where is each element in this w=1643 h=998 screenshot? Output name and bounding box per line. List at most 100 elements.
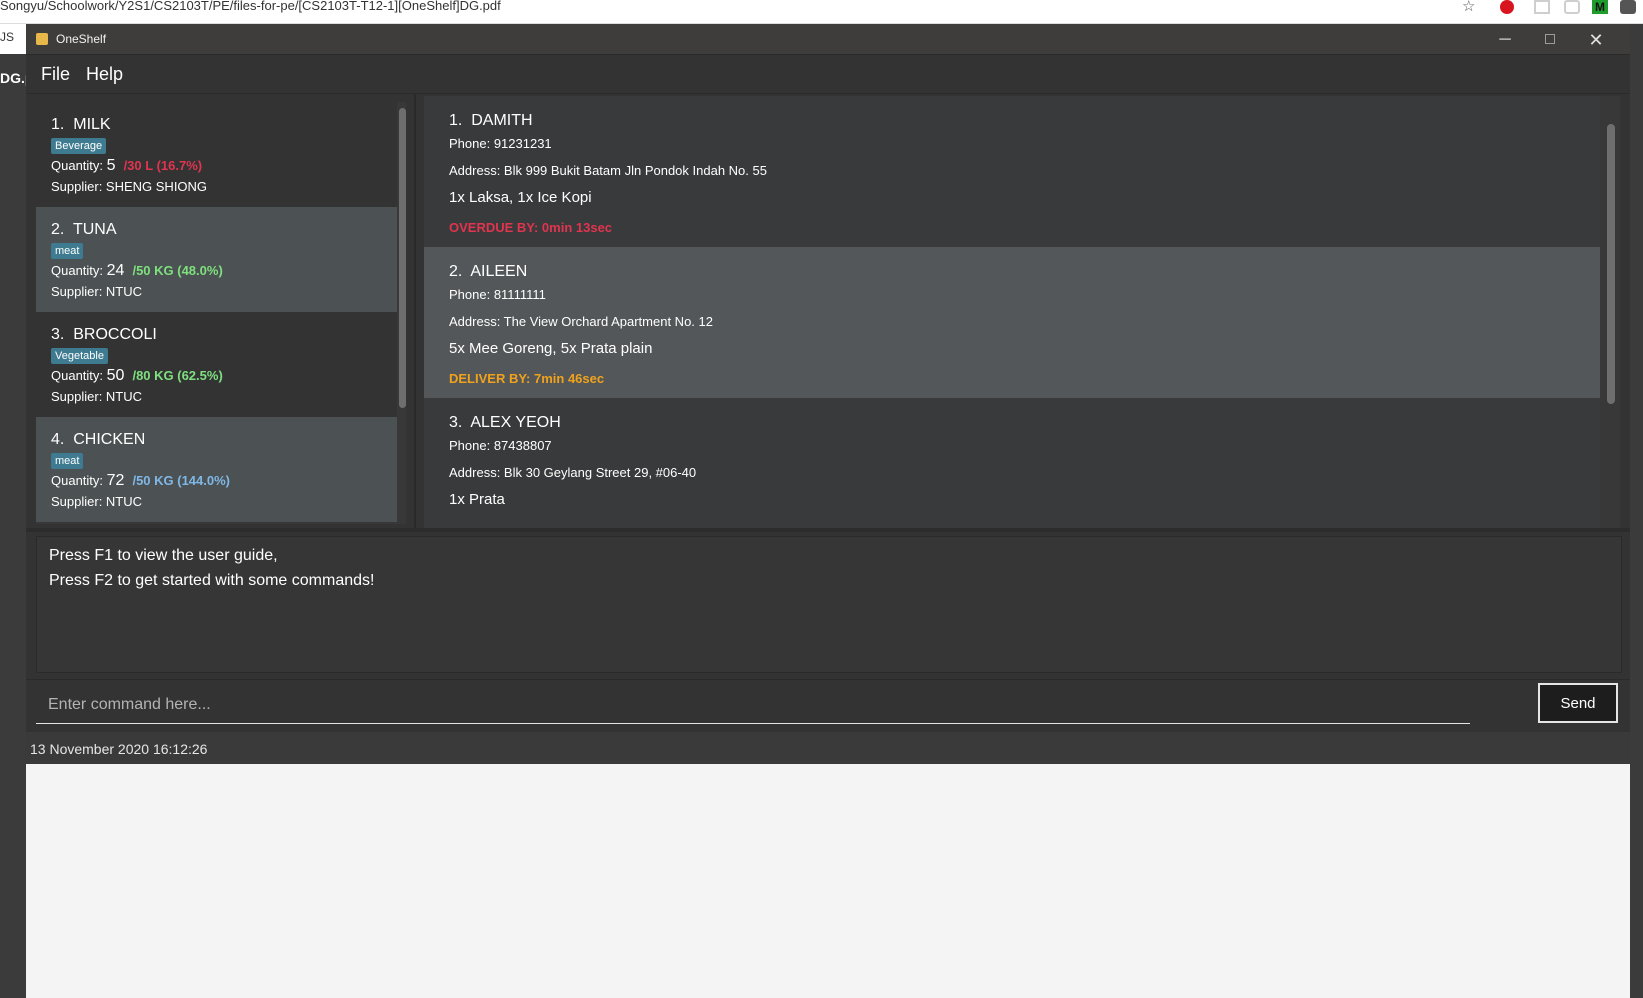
delivery-order: 5x Mee Goreng, 5x Prata plain: [449, 340, 653, 357]
delivery-address: Address: Blk 30 Geylang Street 29, #06-4…: [449, 465, 697, 480]
quantity-value: 72: [106, 472, 125, 489]
delivery-title: 3. ALEX YEOH: [449, 414, 561, 432]
delivery-index: 1.: [449, 112, 463, 129]
delivery-name: ALEX YEOH: [470, 414, 561, 431]
menu-file[interactable]: File: [41, 64, 70, 85]
status-bar: 13 November 2020 16:12:26: [26, 732, 1630, 764]
send-button[interactable]: Send: [1538, 683, 1618, 723]
extension-icon[interactable]: [1534, 0, 1550, 14]
quantity-label: Quantity:: [51, 158, 104, 173]
item-title: 2. TUNA: [51, 221, 117, 239]
item-supplier: Supplier: NTUC: [51, 389, 143, 404]
extension-icon[interactable]: [1564, 0, 1580, 14]
quantity-value: 50: [106, 367, 125, 384]
quantity-label: Quantity:: [51, 368, 104, 383]
item-tag: meat: [51, 243, 84, 259]
delivery-title: 1. DAMITH: [449, 112, 533, 130]
panel-divider[interactable]: [414, 94, 416, 528]
ublock-extension-icon[interactable]: [1500, 0, 1514, 14]
delivery-phone: Phone: 91231231: [449, 136, 552, 151]
delivery-list-scroll-thumb[interactable]: [1607, 124, 1615, 404]
background-window-strip: [0, 24, 26, 998]
maximize-button[interactable]: [1535, 28, 1565, 52]
quantity-label: Quantity:: [51, 473, 104, 488]
extensions-puzzle-icon[interactable]: [1620, 0, 1636, 14]
delivery-card[interactable]: 1. DAMITH Phone: 91231231 Address: Blk 9…: [424, 96, 1600, 253]
browser-path-text: Songyu/Schoolwork/Y2S1/CS2103T/PE/files-…: [0, 0, 501, 13]
m-extension-icon[interactable]: M: [1592, 0, 1608, 14]
item-title: 1. MILK: [51, 116, 111, 134]
quantity-ratio: /50 KG (48.0%): [132, 263, 223, 278]
quantity-value: 5: [106, 157, 116, 174]
quantity-ratio: /30 L (16.7%): [123, 158, 203, 173]
item-tag: Vegetable: [51, 348, 108, 364]
delivery-status: OVERDUE BY: 0min 13sec: [449, 220, 613, 235]
delivery-address: Address: The View Orchard Apartment No. …: [449, 314, 713, 329]
item-supplier: Supplier: NTUC: [51, 284, 143, 299]
item-list-scroll-thumb[interactable]: [399, 108, 406, 408]
delivery-title: 2. AILEEN: [449, 263, 527, 281]
command-input[interactable]: [36, 686, 1470, 724]
item-quantity: Quantity: 50/80 KG (62.5%): [51, 367, 223, 385]
delivery-index: 3.: [449, 414, 463, 431]
delivery-card[interactable]: 3. ALEX YEOH Phone: 87438807 Address: Bl…: [424, 398, 1600, 528]
item-quantity: Quantity: 24/50 KG (48.0%): [51, 262, 223, 280]
delivery-name: AILEEN: [470, 263, 528, 280]
delivery-name: DAMITH: [471, 112, 533, 129]
item-name: CHICKEN: [73, 431, 146, 448]
item-index: 1.: [51, 116, 65, 133]
item-name: TUNA: [72, 221, 117, 238]
result-line: Press F2 to get started with some comman…: [49, 572, 375, 589]
command-box: Send: [26, 679, 1630, 729]
background-window-strip-right: [1630, 24, 1643, 998]
item-card[interactable]: 2. TUNA meat Quantity: 24/50 KG (48.0%) …: [36, 207, 397, 312]
bookmark-star-icon[interactable]: ☆: [1462, 0, 1478, 14]
minimize-button[interactable]: ─: [1490, 28, 1520, 52]
delivery-status: DELIVER BY: 7min 46sec: [449, 371, 605, 386]
item-card[interactable]: 1. MILK Beverage Quantity: 5/30 L (16.7%…: [36, 102, 397, 207]
item-supplier: Supplier: SHENG SHIONG: [51, 179, 208, 194]
item-index: 4.: [51, 431, 65, 448]
item-index: 3.: [51, 326, 65, 343]
delivery-order: 1x Prata: [449, 491, 505, 508]
result-line: Press F1 to view the user guide,: [49, 547, 278, 564]
item-quantity: Quantity: 5/30 L (16.7%): [51, 157, 202, 175]
title-bar[interactable]: OneShelf ─ ✕: [26, 24, 1630, 55]
app-icon: [36, 33, 48, 45]
delivery-list-panel[interactable]: 1. DAMITH Phone: 91231231 Address: Blk 9…: [424, 96, 1620, 528]
item-card[interactable]: 3. BROCCOLI Vegetable Quantity: 50/80 KG…: [36, 312, 397, 417]
delivery-index: 2.: [449, 263, 463, 280]
maximize-icon: [1545, 34, 1555, 44]
result-display[interactable]: Press F1 to view the user guide, Press F…: [36, 536, 1622, 673]
window-title: OneShelf: [56, 32, 107, 46]
delivery-card[interactable]: 2. AILEEN Phone: 81111111 Address: The V…: [424, 247, 1600, 404]
horizontal-divider: [26, 528, 1630, 532]
quantity-ratio: /80 KG (62.5%): [132, 368, 223, 383]
item-title: 3. BROCCOLI: [51, 326, 157, 344]
item-tag: meat: [51, 453, 84, 469]
item-supplier: Supplier: NTUC: [51, 494, 143, 509]
quantity-ratio: /50 KG (144.0%): [132, 473, 230, 488]
delivery-phone: Phone: 81111111: [449, 287, 546, 302]
menu-bar: File Help: [26, 56, 1630, 94]
menu-help[interactable]: Help: [86, 64, 123, 85]
item-card[interactable]: 4. CHICKEN meat Quantity: 72/50 KG (144.…: [36, 417, 397, 522]
close-button[interactable]: ✕: [1581, 28, 1611, 52]
delivery-address: Address: Blk 999 Bukit Batam Jln Pondok …: [449, 163, 767, 178]
delivery-phone: Phone: 87438807: [449, 438, 552, 453]
item-title: 4. CHICKEN: [51, 431, 145, 449]
oneshelf-window: OneShelf ─ ✕ File Help 1. MILK Beverage …: [26, 24, 1630, 764]
browser-address-bar: Songyu/Schoolwork/Y2S1/CS2103T/PE/files-…: [0, 0, 1643, 24]
delivery-order: 1x Laksa, 1x Ice Kopi: [449, 189, 592, 206]
item-tag: Beverage: [51, 138, 107, 154]
status-timestamp: 13 November 2020 16:12:26: [30, 741, 208, 757]
background-tab-label: JS: [0, 30, 15, 44]
item-quantity: Quantity: 72/50 KG (144.0%): [51, 472, 230, 490]
item-name: MILK: [73, 116, 111, 133]
screen: Songyu/Schoolwork/Y2S1/CS2103T/PE/files-…: [0, 0, 1643, 998]
quantity-value: 24: [106, 262, 125, 279]
quantity-label: Quantity:: [51, 263, 104, 278]
item-list-panel[interactable]: 1. MILK Beverage Quantity: 5/30 L (16.7%…: [36, 102, 406, 524]
item-index: 2.: [51, 221, 65, 238]
item-name: BROCCOLI: [73, 326, 157, 343]
